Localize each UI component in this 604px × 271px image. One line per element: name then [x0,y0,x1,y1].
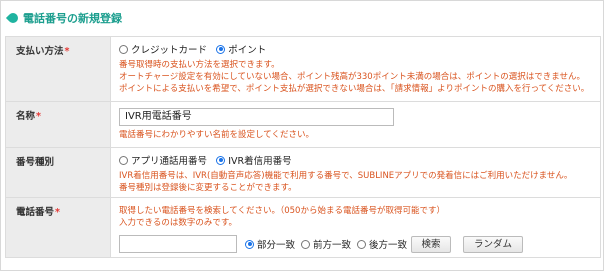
match-option-partial[interactable]: 部分一致 [245,237,295,251]
phone-note-2: 入力できるのは数字のみです。 [119,218,237,228]
payment-label: 支払い方法 [16,46,64,57]
number-type-option-app-label: アプリ通話用番号 [131,156,208,167]
number-type-option-ivr-label: IVR着信用番号 [228,156,292,167]
number-type-field-cell: アプリ通話用番号 IVR着信用番号 IVR着信用番号は、IVR(自動音声応答)機… [110,147,601,198]
payment-option-credit-label: クレジットカード [131,45,208,56]
radio-ivr-number[interactable] [216,155,226,165]
payment-option-credit[interactable]: クレジットカード [119,42,207,56]
page-title: 電話番号の新規登録 [23,12,122,25]
name-input[interactable]: IVR用電話番号 [119,108,394,126]
payment-option-points[interactable]: ポイント [216,42,266,56]
radio-app-number[interactable] [119,155,128,165]
radio-suffix-match[interactable] [357,239,367,249]
name-field-cell: IVR用電話番号 電話番号にわかりやすい名前を設定してください。 [110,101,601,148]
registration-form-table: 支払い方法* クレジットカード ポイント 番号取得時の支払い方法を選択できます。… [5,36,601,258]
form-header: 電話番号の新規登録 [5,8,122,28]
phone-label: 電話番号 [16,207,55,218]
number-type-option-app[interactable]: アプリ通話用番号 [119,153,207,167]
match-option-suffix[interactable]: 後方一致 [357,237,407,251]
phone-number-input[interactable] [119,235,237,253]
match-option-prefix[interactable]: 前方一致 [301,237,351,251]
radio-partial-match[interactable] [245,239,254,249]
form-panel: 電話番号の新規登録 支払い方法* クレジットカード ポイント 番号取得時の支払い… [0,0,604,271]
radio-prefix-match[interactable] [301,239,311,249]
number-type-note-1: IVR着信用番号は、IVR(自動音声応答)機能で利用する番号で、SUBLINEア… [119,170,573,181]
random-button[interactable]: ランダム [463,235,524,253]
required-mark: * [55,207,60,218]
payment-note-3: ポイントによる支払いを希望で、ポイント支払が選択できない場合は、「請求情報」より… [119,83,590,94]
number-type-note-2: 番号種別は登録後に変更することができます。 [119,182,297,193]
payment-label-cell: 支払い方法* [5,36,111,102]
match-option-partial-label: 部分一致 [257,240,296,251]
match-option-prefix-label: 前方一致 [313,240,352,251]
phone-label-cell: 電話番号* [5,197,111,258]
match-option-suffix-label: 後方一致 [369,240,408,251]
payment-field-cell: クレジットカード ポイント 番号取得時の支払い方法を選択できます。 オートチャー… [110,36,601,102]
radio-credit-card[interactable] [119,44,128,54]
number-type-row: 番号種別 アプリ通話用番号 IVR着信用番号 IVR着信用番号は、IVR(自動音… [5,147,601,198]
speech-bubble-icon [5,10,21,26]
name-label-cell: 名称* [5,101,111,148]
phone-field-cell: 取得したい電話番号を検索してください。（050から始まる電話番号が取得可能です）… [110,197,601,258]
name-row: 名称* IVR用電話番号 電話番号にわかりやすい名前を設定してください。 [5,101,601,148]
payment-note-2: オートチャージ設定を有効にしていない場合、ポイント残高が330ポイント未満の場合… [119,71,585,82]
required-mark: * [64,46,70,57]
number-type-label: 番号種別 [16,157,55,168]
name-label: 名称 [16,111,36,122]
phone-note-1: 取得したい電話番号を検索してください。（050から始まる電話番号が取得可能です） [119,206,445,216]
phone-row: 電話番号* 取得したい電話番号を検索してください。（050から始まる電話番号が取… [5,197,601,258]
radio-points[interactable] [216,44,226,54]
number-type-option-ivr[interactable]: IVR着信用番号 [216,153,292,167]
phone-search-row: 部分一致 前方一致 後方一致 検索 ランダム [119,235,600,253]
payment-note-1: 番号取得時の支払い方法を選択できます。 [119,59,280,70]
required-mark: * [36,111,41,122]
payment-option-points-label: ポイント [228,45,267,56]
payment-row: 支払い方法* クレジットカード ポイント 番号取得時の支払い方法を選択できます。… [5,36,601,102]
number-type-label-cell: 番号種別 [5,147,111,198]
name-note: 電話番号にわかりやすい名前を設定してください。 [119,130,314,140]
search-button[interactable]: 検索 [411,235,452,253]
